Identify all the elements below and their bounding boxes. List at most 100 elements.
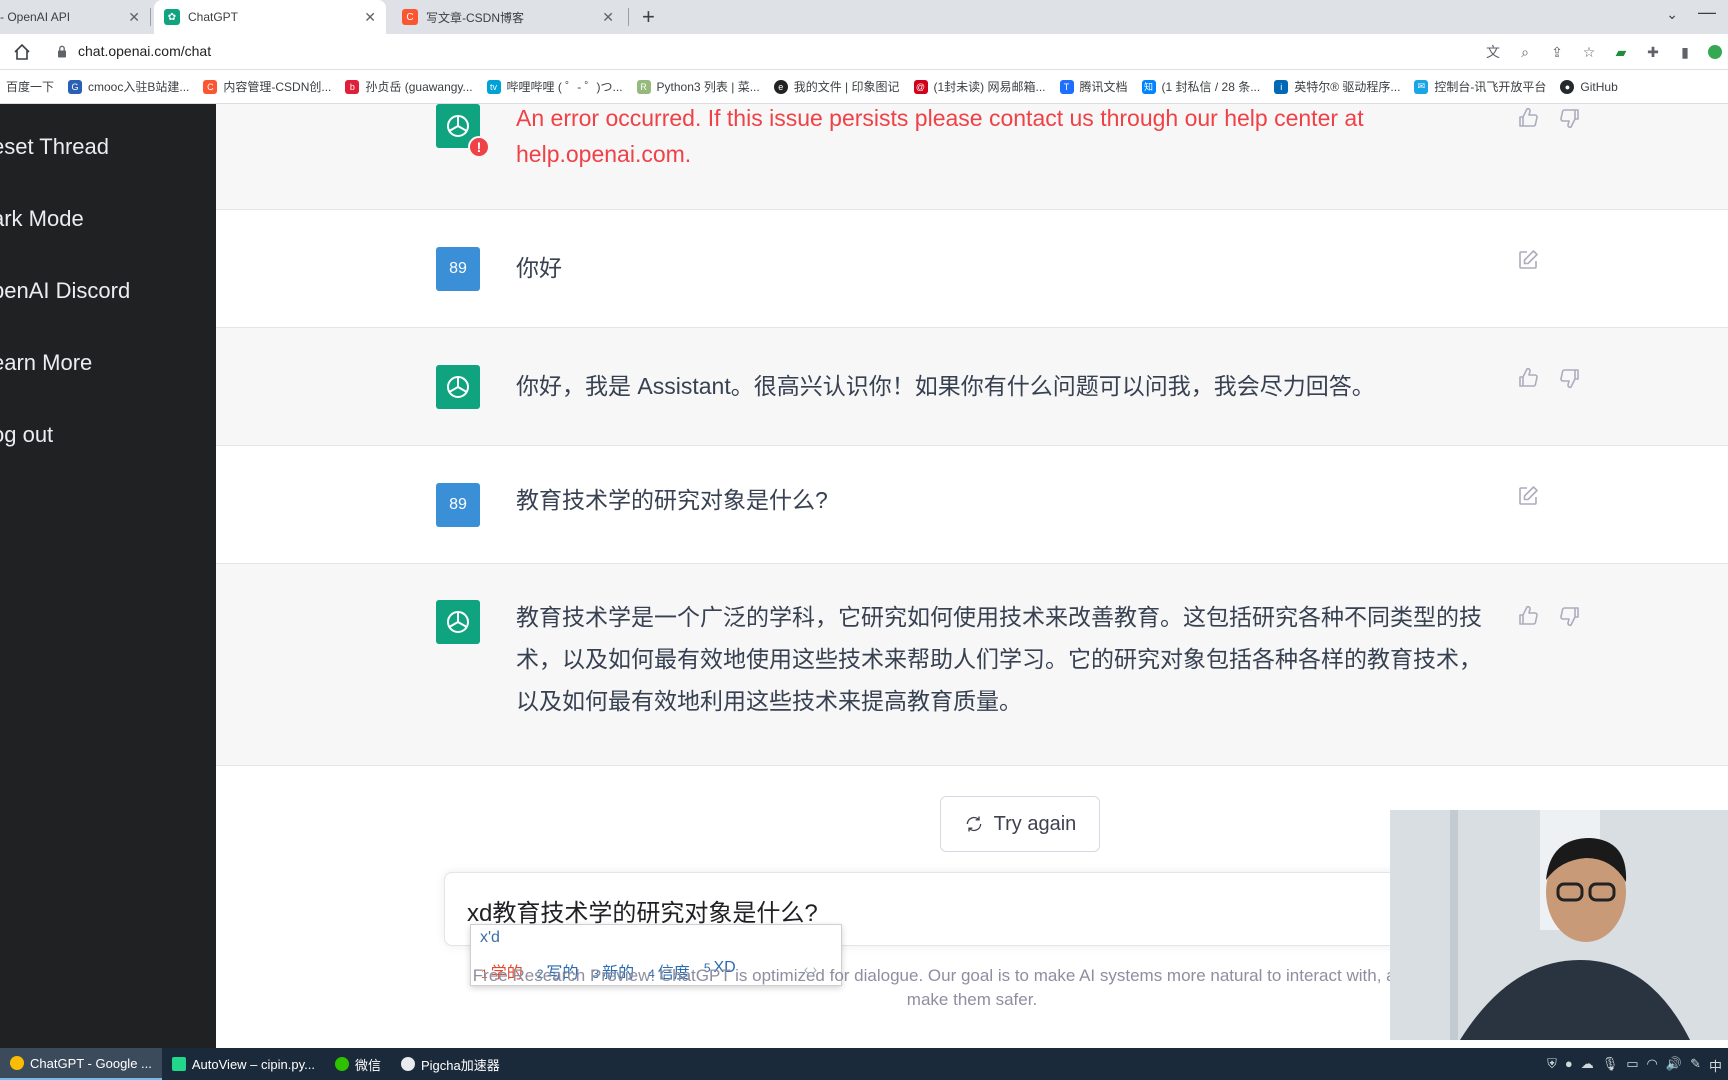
- thumbs-down-icon[interactable]: [1558, 604, 1582, 628]
- thumbs-down-icon[interactable]: [1558, 106, 1582, 130]
- csdn-icon: C: [402, 9, 418, 25]
- pen-icon[interactable]: ✎: [1690, 1056, 1701, 1075]
- tab-openai-api[interactable]: - OpenAI API ✕: [0, 0, 150, 34]
- extensions-puzzle-icon[interactable]: ✚: [1644, 44, 1662, 61]
- message-actions: [1516, 484, 1540, 508]
- system-tray: ⛨ ● ☁ 🎙 ▭ ◠ 🔊 ✎ 中: [1547, 1056, 1722, 1075]
- edit-icon[interactable]: [1516, 484, 1540, 508]
- user-message-text: 你好: [516, 255, 562, 281]
- sidebar-item-reset-thread[interactable]: eset Thread: [0, 134, 109, 160]
- csdn-icon: C: [203, 79, 218, 94]
- ime-mode-icon[interactable]: 中: [1709, 1056, 1722, 1075]
- thumbs-up-icon[interactable]: [1516, 366, 1540, 390]
- bilibili-icon: tv: [486, 79, 501, 94]
- bookmark-item[interactable]: @ (1封未读) 网易邮箱...: [913, 78, 1046, 95]
- feedback-actions: [1516, 366, 1582, 390]
- message-actions: [1516, 248, 1540, 272]
- wifi-icon[interactable]: ◠: [1647, 1056, 1658, 1075]
- zoom-icon[interactable]: ⌕: [1516, 44, 1534, 61]
- bookmark-item[interactable]: R Python3 列表 | 菜...: [636, 78, 760, 95]
- assistant-avatar: [436, 365, 480, 409]
- tab-divider: [150, 8, 151, 26]
- close-tab-icon[interactable]: ✕: [364, 9, 376, 26]
- taskbar-item-chrome[interactable]: ChatGPT - Google ...: [0, 1048, 162, 1080]
- sidebar-item-log-out[interactable]: og out: [0, 422, 53, 448]
- security-icon[interactable]: ⛨: [1547, 1056, 1557, 1075]
- thumbs-up-icon[interactable]: [1516, 106, 1540, 130]
- sidebar: eset Thread ark Mode penAI Discord earn …: [0, 104, 216, 1048]
- bookmark-item[interactable]: i 英特尔® 驱动程序...: [1274, 78, 1400, 95]
- wechat-tray-icon[interactable]: ●: [1565, 1056, 1573, 1075]
- bookmark-item[interactable]: ✉ 控制台-讯飞开放平台: [1414, 78, 1546, 95]
- tab-search-chevron-icon[interactable]: ⌄: [1666, 6, 1678, 23]
- thumbs-up-icon[interactable]: [1516, 604, 1540, 628]
- try-again-button[interactable]: Try again: [940, 796, 1100, 852]
- assistant-message-text: 你好，我是 Assistant。很高兴认识你！如果你有什么问题可以问我，我会尽力…: [516, 373, 1375, 399]
- home-icon[interactable]: [12, 42, 32, 62]
- tab-divider: [628, 8, 629, 26]
- cloud-icon[interactable]: ☁: [1581, 1056, 1594, 1075]
- github-icon: ●: [1560, 79, 1575, 94]
- bookmark-item[interactable]: 知 (1 封私信 / 28 条...: [1141, 78, 1260, 95]
- minimize-icon[interactable]: —: [1698, 2, 1716, 23]
- webcam-overlay: [1390, 810, 1728, 1040]
- close-tab-icon[interactable]: ✕: [128, 9, 140, 26]
- browser-tab-bar: - OpenAI API ✕ ✿ ChatGPT ✕ C 写文章-CSDN博客 …: [0, 0, 1728, 34]
- edit-icon[interactable]: [1516, 248, 1540, 272]
- sidebar-item-openai-discord[interactable]: penAI Discord: [0, 278, 130, 304]
- lock-icon[interactable]: [57, 45, 67, 58]
- tab-title: - OpenAI API: [0, 10, 71, 24]
- refresh-icon: [966, 816, 982, 832]
- user-avatar: 89: [436, 247, 480, 291]
- sidebar-item-dark-mode[interactable]: ark Mode: [0, 206, 84, 232]
- bookmark-item[interactable]: Gcmooc入驻B站建...: [68, 78, 189, 95]
- intel-icon: i: [1274, 79, 1289, 94]
- sidebar-item-learn-more[interactable]: earn More: [0, 350, 92, 376]
- battery-icon[interactable]: ▭: [1626, 1056, 1638, 1075]
- xfyun-icon: ✉: [1414, 79, 1429, 94]
- side-panel-icon[interactable]: ▮: [1676, 44, 1694, 61]
- tab-chatgpt[interactable]: ✿ ChatGPT ✕: [154, 0, 386, 34]
- thumbs-down-icon[interactable]: [1558, 366, 1582, 390]
- bookmark-item[interactable]: ● GitHub: [1560, 79, 1618, 94]
- tab-csdn[interactable]: C 写文章-CSDN博客 ✕: [392, 0, 624, 34]
- zhihu-icon: 知: [1141, 79, 1156, 94]
- profile-avatar-icon[interactable]: [1708, 45, 1722, 59]
- tab-title: ChatGPT: [188, 10, 239, 24]
- share-icon[interactable]: ⇪: [1548, 44, 1566, 61]
- prompt-textarea[interactable]: xd教育技术学的研究对象是什么?: [467, 893, 818, 928]
- windows-taskbar: ChatGPT - Google ... AutoView – cipin.py…: [0, 1048, 1728, 1080]
- chatgpt-icon: ✿: [164, 9, 180, 25]
- netease-mail-icon: @: [913, 79, 928, 94]
- bookmark-item[interactable]: C 内容管理-CSDN创...: [203, 78, 331, 95]
- taskbar-item-pigcha[interactable]: Pigcha加速器: [391, 1048, 510, 1080]
- bookmark-item[interactable]: 百度一下: [6, 78, 54, 95]
- taskbar-item-pycharm[interactable]: AutoView – cipin.py...: [162, 1048, 325, 1080]
- assistant-message-row: 你好，我是 Assistant。很高兴认识你！如果你有什么问题可以问我，我会尽力…: [216, 328, 1728, 446]
- bookmark-item[interactable]: T 腾讯文档: [1059, 78, 1128, 95]
- bookmark-star-icon[interactable]: ☆: [1580, 44, 1598, 61]
- pycharm-icon: [171, 1057, 186, 1071]
- ime-composition: x'd: [480, 929, 500, 946]
- extension-flag-icon[interactable]: ▰: [1612, 44, 1630, 61]
- close-tab-icon[interactable]: ✕: [602, 9, 614, 26]
- chrome-icon: [400, 1057, 415, 1071]
- bookmark-item[interactable]: b 孙贞岳 (guawangy...: [345, 78, 473, 95]
- chrome-icon: [10, 1056, 24, 1070]
- bookmark-item[interactable]: e 我的文件 | 印象图记: [773, 78, 900, 95]
- volume-icon[interactable]: 🔊: [1666, 1056, 1682, 1075]
- cmooc-icon: G: [68, 79, 83, 94]
- url-field[interactable]: chat.openai.com/chat: [78, 43, 211, 59]
- new-tab-icon[interactable]: +: [642, 4, 655, 30]
- assistant-avatar: [436, 600, 480, 644]
- taskbar-item-wechat[interactable]: 微信: [325, 1048, 391, 1080]
- tab-title: 写文章-CSDN博客: [426, 10, 524, 25]
- address-bar: chat.openai.com/chat 文 ⌕ ⇪ ☆ ▰ ✚ ▮: [0, 34, 1728, 70]
- evernote-icon: e: [773, 79, 788, 94]
- translate-icon[interactable]: 文: [1484, 42, 1502, 62]
- presenter-video-icon: [1390, 810, 1728, 1040]
- bookmark-item[interactable]: tv 哔哩哔哩 ( ゜- ゜)つ...: [486, 78, 623, 95]
- feedback-actions: [1516, 604, 1582, 628]
- address-bar-tools: 文 ⌕ ⇪ ☆ ▰ ✚ ▮: [1484, 41, 1728, 63]
- mic-icon[interactable]: 🎙: [1602, 1056, 1619, 1075]
